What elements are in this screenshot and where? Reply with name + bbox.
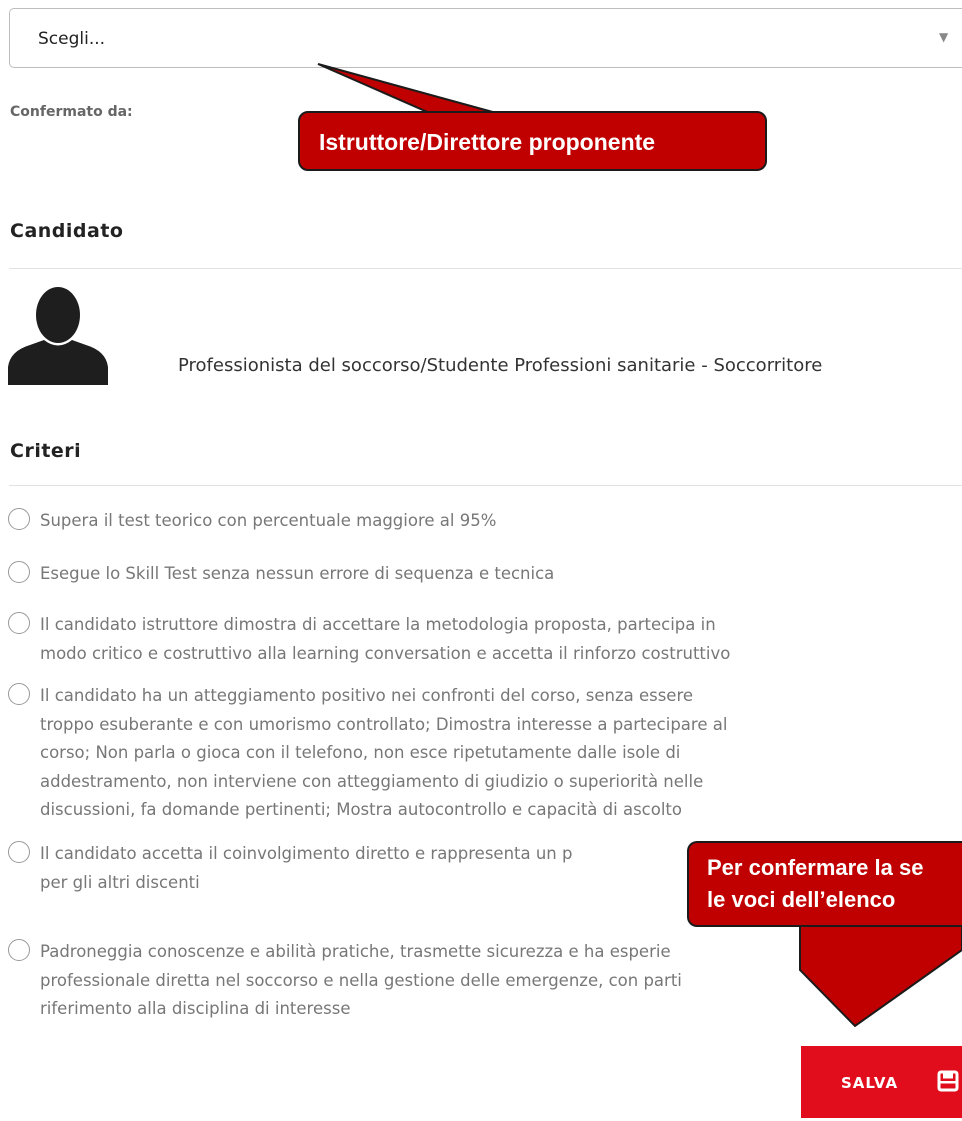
callout-bottom: Per confermare la se le voci dell’elenco	[687, 841, 962, 927]
callout-tail-bottom	[799, 923, 962, 1028]
